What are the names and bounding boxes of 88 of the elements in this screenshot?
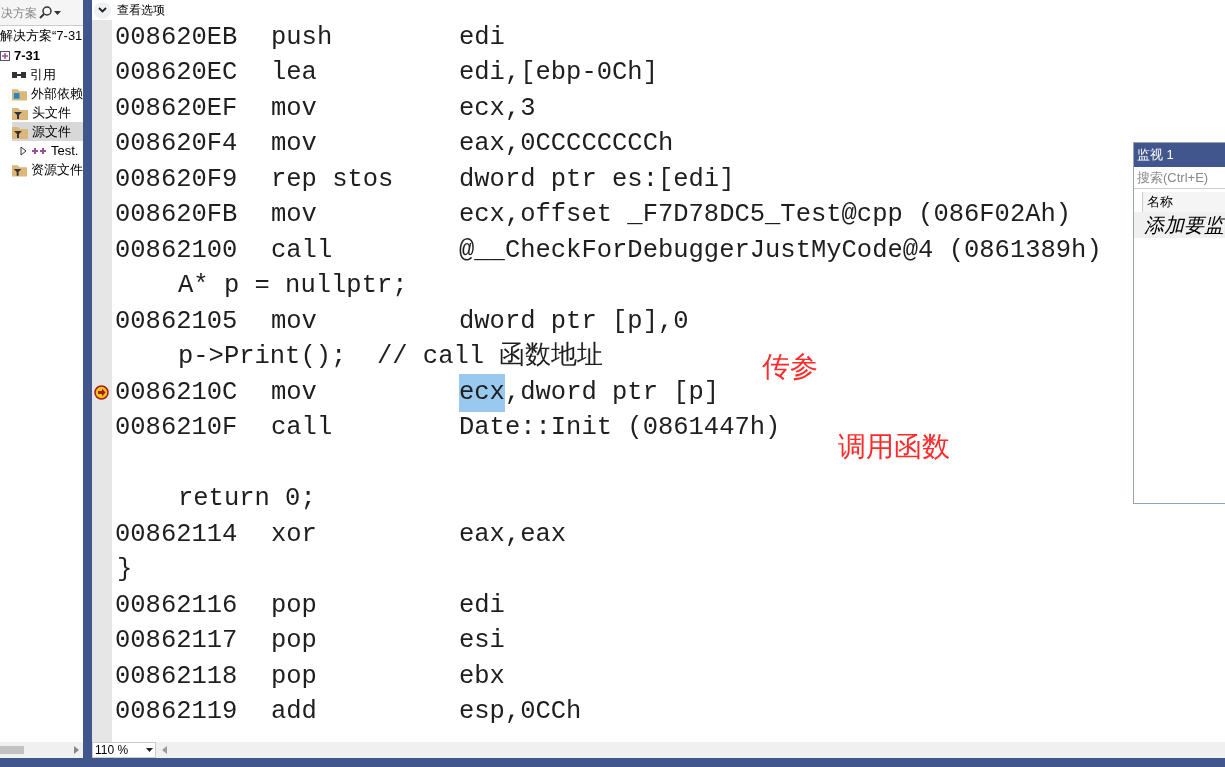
address: 00862117 <box>115 625 239 658</box>
mnemonic: pop <box>271 660 318 693</box>
scroll-right-icon[interactable] <box>74 746 79 754</box>
tree-label: 引用 <box>30 65 56 84</box>
address: 00862118 <box>115 660 239 693</box>
tree-item[interactable]: 引用 <box>12 65 83 84</box>
operand: ebx <box>459 660 505 693</box>
tree-item[interactable]: 外部依赖 <box>12 84 83 103</box>
tree-item[interactable]: 7-31 <box>0 46 83 65</box>
watch-title: 监视 1 <box>1134 143 1225 167</box>
mnemonic: add <box>271 696 318 729</box>
operand: Date::Init (0861447h) <box>459 412 781 445</box>
tree-item[interactable]: 头文件 <box>12 103 83 122</box>
address: 008620FB <box>115 199 239 232</box>
address: 00862105 <box>115 305 239 338</box>
mnemonic: pop <box>271 589 318 622</box>
filter-folder-icon <box>12 124 28 139</box>
tree-label: 外部依赖 <box>31 84 83 103</box>
operand: ecx,offset _F7D78DC5_Test@cpp (086F02Ah) <box>459 199 1072 232</box>
mnemonic: mov <box>271 92 318 125</box>
source-line: A* p = nullptr; <box>178 270 408 303</box>
filter-folder-icon <box>12 105 28 120</box>
zoom-dropdown[interactable]: 110 % <box>92 742 156 758</box>
mnemonic: call <box>271 412 334 445</box>
operand: dword ptr es:[edi] <box>459 163 735 196</box>
operand: eax,0CCCCCCCCh <box>459 128 674 161</box>
horizontal-scrollbar[interactable] <box>0 742 83 758</box>
cpp-file-icon <box>31 145 47 156</box>
source-line: p->Print(); // call 函数地址 <box>178 340 604 374</box>
selected-text: ecx <box>459 373 505 412</box>
address: 008620F4 <box>115 128 239 161</box>
tree-label: 源文件 <box>32 122 71 141</box>
chevron-icon[interactable] <box>94 1 111 19</box>
operand: ,dword ptr [p] <box>504 376 720 409</box>
address: 00862119 <box>115 696 239 729</box>
folder-icon <box>12 86 27 101</box>
tree-label: Test. <box>51 141 79 160</box>
address: 00862116 <box>115 589 239 622</box>
address: 0086210C <box>115 376 239 409</box>
operand: eax,eax <box>459 518 567 551</box>
mnemonic: xor <box>271 518 318 551</box>
scrollbar-thumb[interactable] <box>0 746 24 754</box>
view-options-label[interactable]: 查看选项 <box>117 1 165 19</box>
dropdown-icon <box>146 748 153 752</box>
tree-label: 7-31 <box>14 46 41 65</box>
mnemonic: mov <box>271 128 318 161</box>
address: 008620EC <box>115 57 239 90</box>
tree-item[interactable]: Test. <box>20 141 83 160</box>
filter-folder-icon <box>12 162 27 177</box>
source-line: } <box>117 554 133 587</box>
mnemonic: push <box>271 21 334 54</box>
address: 00862100 <box>115 234 239 267</box>
mnemonic: mov <box>271 199 318 232</box>
mnemonic: lea <box>271 57 318 90</box>
address: 00862114 <box>115 518 239 551</box>
operand: esp,0CCh <box>459 696 582 729</box>
operand: edi,[ebp-0Ch] <box>459 57 658 90</box>
address: 008620EB <box>115 21 239 54</box>
tree-item[interactable]: 源文件 <box>12 122 83 141</box>
address: 0086210F <box>115 412 239 445</box>
mnemonic: mov <box>271 305 318 338</box>
annotation: 调用函数 <box>838 430 950 464</box>
mnemonic: mov <box>271 376 318 409</box>
operand: edi <box>459 21 505 54</box>
operand: ecx,3 <box>459 92 536 125</box>
address: 008620EF <box>115 92 239 125</box>
search-value: 决方案 <box>1 4 37 22</box>
zoom-value: 110 % <box>95 742 129 758</box>
operand: dword ptr [p],0 <box>459 305 689 338</box>
operand: edi <box>459 589 505 622</box>
source-line: return 0; <box>178 483 316 516</box>
operand: esi <box>459 625 505 658</box>
expand-icon[interactable] <box>20 145 27 156</box>
tree-item[interactable]: 资源文件 <box>12 160 83 179</box>
mnemonic: rep stos <box>271 163 395 196</box>
annotation: 传参 <box>762 350 818 384</box>
tree-label: 资源文件 <box>31 160 83 179</box>
operand: @__CheckForDebuggerJustMyCode@4 (0861389h) <box>459 234 1102 267</box>
address: 008620F9 <box>115 163 239 196</box>
mnemonic: pop <box>271 625 318 658</box>
reference-icon <box>12 70 26 79</box>
mnemonic: call <box>271 234 334 267</box>
solution-title[interactable]: 解决方案“7-31 <box>0 26 83 46</box>
dropdown-icon[interactable] <box>54 10 61 15</box>
tree-label: 头文件 <box>32 103 71 122</box>
project-icon <box>0 50 10 61</box>
search-icon[interactable] <box>39 6 52 19</box>
column-header[interactable]: 名称 <box>1142 192 1225 212</box>
